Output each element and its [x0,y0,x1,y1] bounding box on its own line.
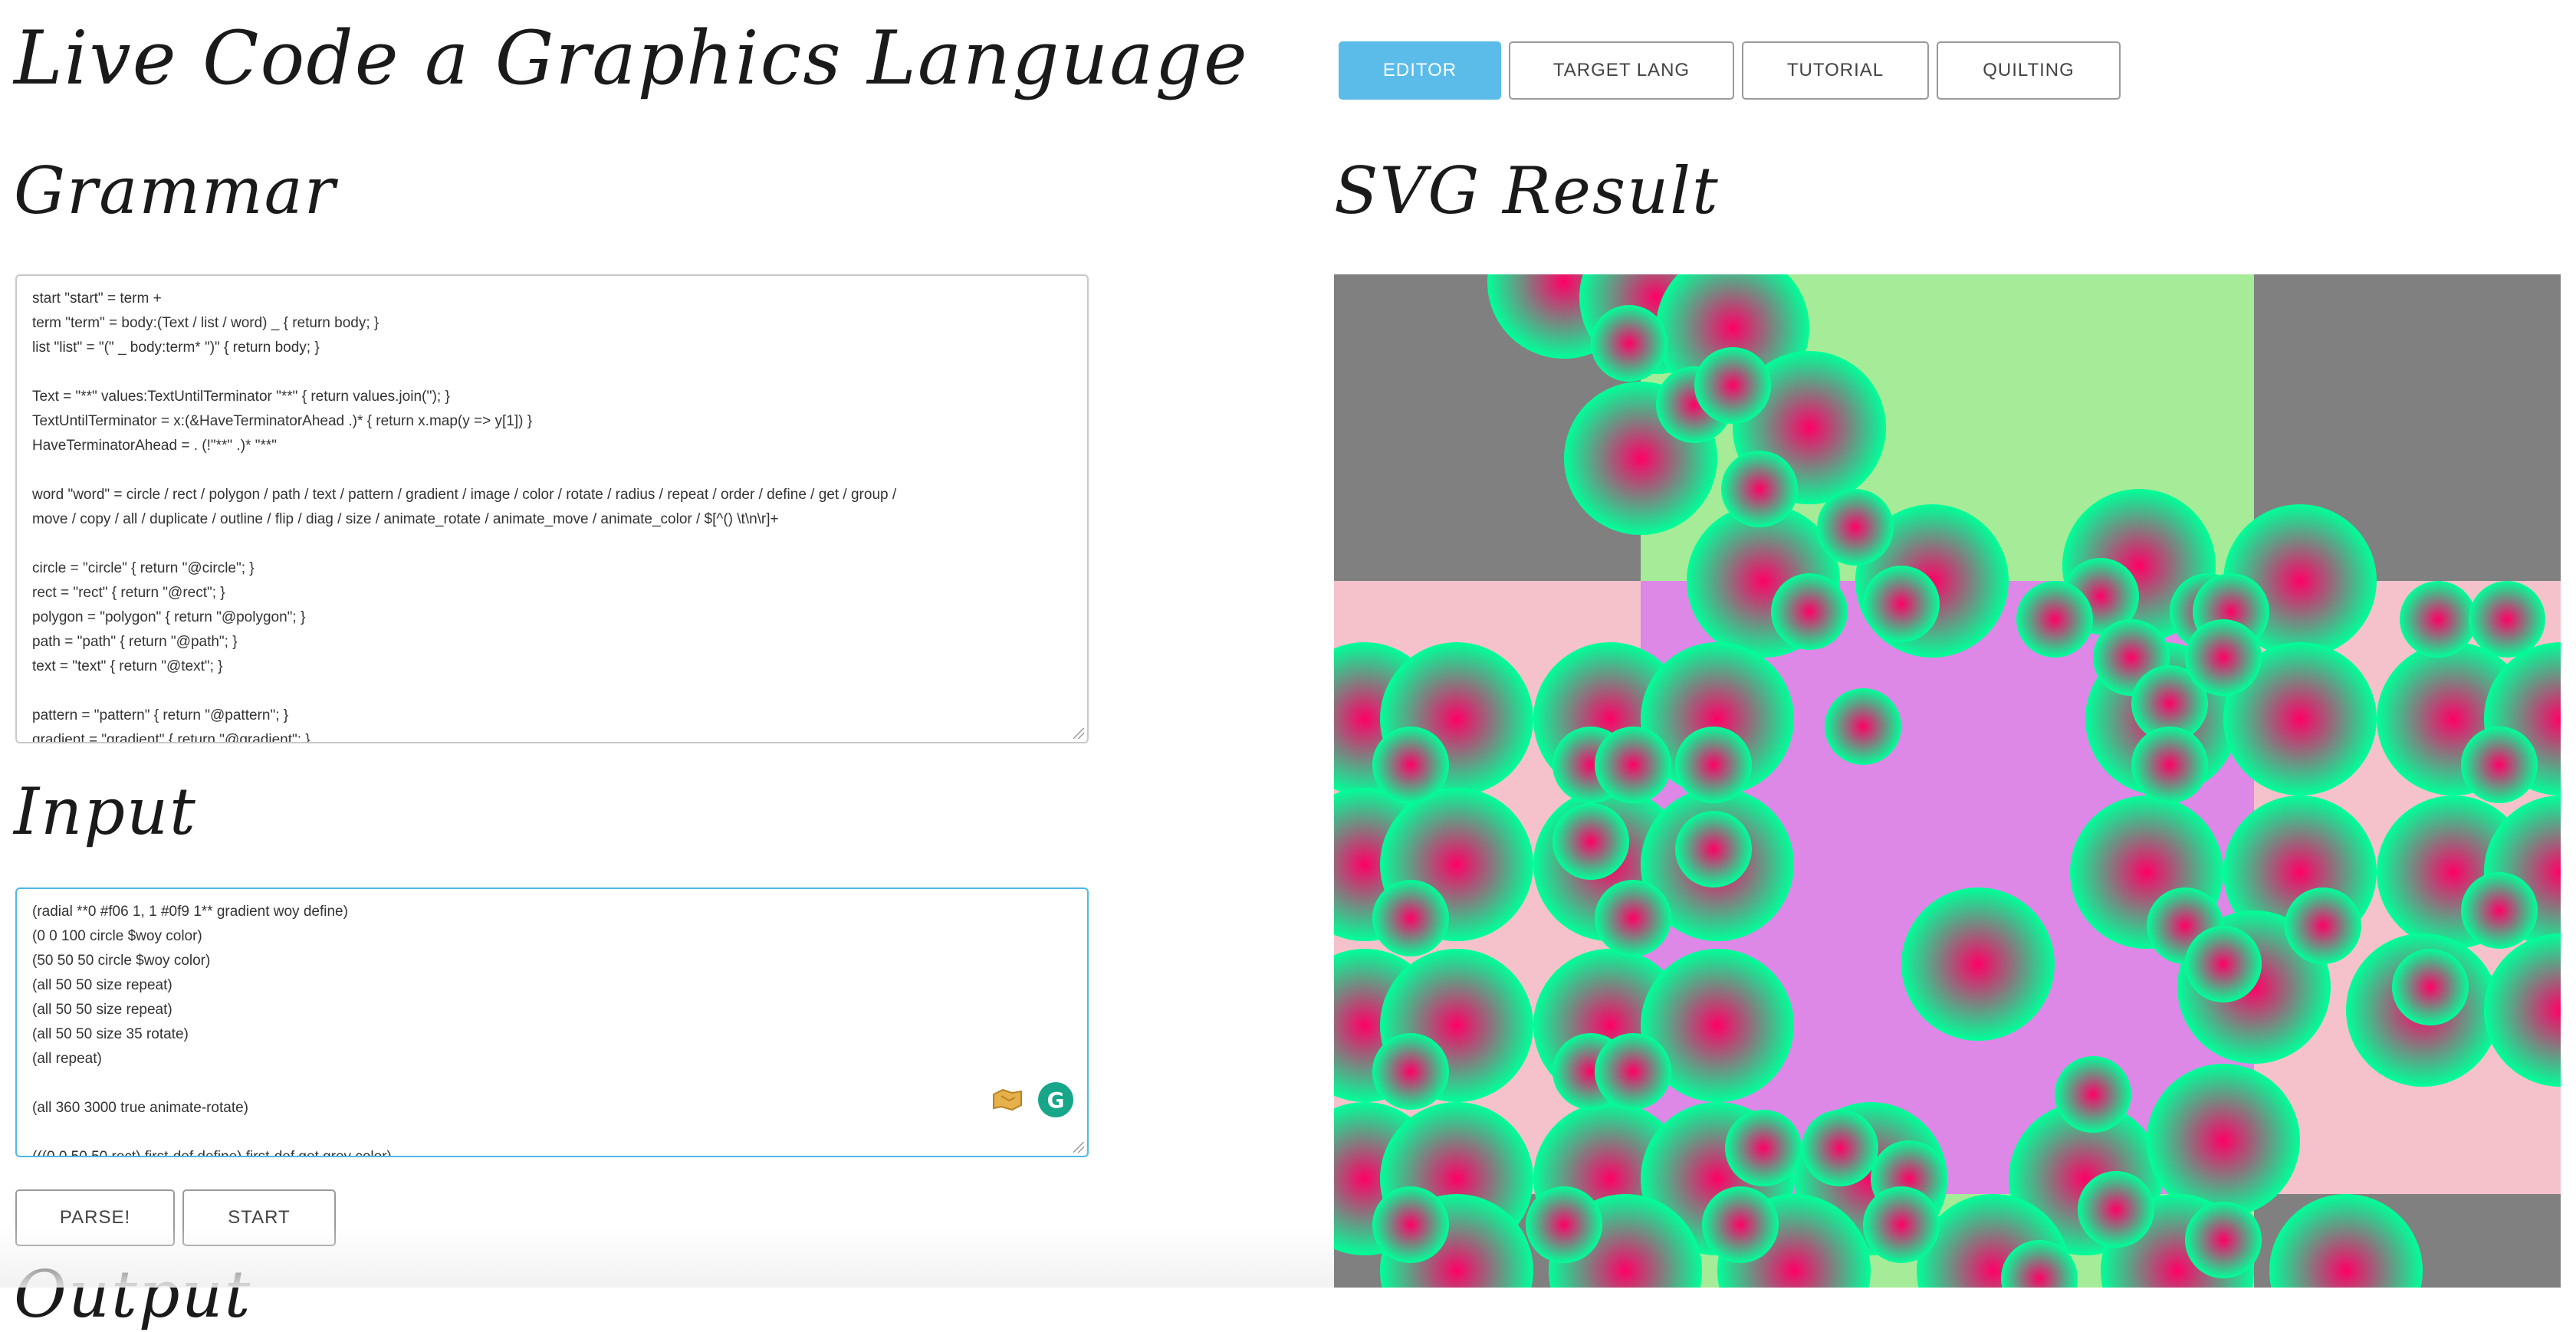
grammar-line [32,360,1072,385]
gradient-circle-small [1702,1186,1779,1263]
resize-grip-icon[interactable] [1073,728,1084,739]
gradient-circle-small [2461,872,2538,949]
gradient-circle-small [2285,887,2361,964]
gradient-circle-small [1526,1186,1602,1263]
grammar-line: move / copy / all / duplicate / outline … [32,511,779,527]
grammarly-icon[interactable]: G [1038,1082,1073,1117]
gradient-circle-small [1372,1033,1449,1110]
gradient-circle-small [1771,573,1848,650]
input-heading: Input [14,774,197,849]
input-line: (all 50 50 size repeat) [32,977,172,993]
gradient-circle-small [1675,811,1752,887]
grammar-heading: Grammar [14,153,337,228]
input-line: (all 50 50 size 35 rotate) [32,1026,189,1042]
gradient-circle-small [1595,880,1671,956]
gradient-circle-small [2469,581,2545,658]
tab-quilting[interactable]: QUILTING [1937,41,2121,100]
gradient-circle-small [1802,1110,1878,1186]
gradient-circle-small [2461,727,2538,803]
gradient-circle-small [2016,581,2093,658]
gradient-circle-small [2400,581,2476,658]
grammar-line: term "term" = body:(Text / list / word) … [32,315,380,331]
gradient-circle-small [1721,451,1798,527]
page-title: Live Code a Graphics Language [14,15,1249,101]
tab-target-lang[interactable]: TARGET LANG [1509,41,1734,100]
gradient-circle-small [1372,1186,1449,1263]
grammar-line: rect = "rect" { return "@rect"; } [32,585,225,601]
grammar-lines: start "start" = term + term "term" = body… [32,287,1072,743]
grammar-line: text = "text" { return "@text"; } [32,658,223,674]
plugin-icon[interactable] [991,1084,1024,1114]
gradient-circle-small [1825,688,1901,765]
tab-editor[interactable]: EDITOR [1339,41,1501,100]
grammar-line: path = "path" { return "@path"; } [32,634,238,650]
gradient-circle-small [1675,727,1752,803]
svg-result-canvas [1334,274,2561,1288]
grammar-line [32,679,1072,704]
grammar-line: HaveTerminatorAhead = . (!"**" .)* "**" [32,438,277,454]
gradient-circle-small [1595,727,1671,803]
gradient-circle-small [1591,305,1668,382]
input-line: (all 50 50 size repeat) [32,1002,172,1018]
input-line: (all repeat) [32,1051,102,1067]
grammar-line [32,532,1072,556]
gradient-circle-small [1372,880,1449,956]
gradient-circle-small [1817,489,1894,566]
resize-grip-icon[interactable] [1073,1142,1084,1153]
input-line [32,1120,1072,1145]
grammar-line: circle = "circle" { return "@circle"; } [32,560,255,576]
gradient-circle-small [2185,926,2262,1002]
grammar-line: polygon = "polygon" { return "@polygon";… [32,609,306,625]
gradient-circle [1901,887,2055,1041]
gradient-circle-small [2055,1056,2131,1133]
grammar-line: gradient = "gradient" { return "@gradien… [32,732,310,743]
gradient-circle-small [1372,727,1449,803]
input-line [32,1071,1072,1096]
grammar-textarea[interactable]: start "start" = term + term "term" = body… [15,274,1089,743]
input-line: (50 50 50 circle $woy color) [32,953,211,969]
gradient-circle-small [1595,1033,1671,1110]
grammar-line: TextUntilTerminator = x:(&HaveTerminator… [32,413,533,429]
gradient-circle-small [1725,1110,1802,1186]
input-line: (all 360 3000 true animate-rotate) [32,1100,248,1116]
gradient-circle [2147,1064,2300,1217]
gradient-circle-small [1694,347,1771,424]
grammar-line [32,458,1072,483]
gradient-circle-small [1552,803,1629,880]
gradient-circle-small [2392,949,2469,1025]
input-line: (radial **0 #f06 1, 1 #0f9 1** gradient … [32,904,348,920]
bottom-fade [0,1226,1334,1288]
gradient-circle-small [2131,727,2208,803]
gradient-circle-small [2185,1202,2262,1278]
svg-result-heading: SVG Result [1334,153,1720,228]
gradient-circle-small [1863,1186,1940,1263]
grammar-line: start "start" = term + [32,290,162,307]
input-line: (((0 0 50 50 rect) first-def define) fir… [32,1149,392,1157]
tab-tutorial[interactable]: TUTORIAL [1742,41,1929,100]
input-textarea[interactable]: (radial **0 #f06 1, 1 #0f9 1** gradient … [15,887,1089,1157]
gradient-circle-small [2185,619,2262,696]
grammar-line: pattern = "pattern" { return "@pattern";… [32,707,289,723]
svg-result-graphic [1334,274,2561,1288]
gradient-circle-small [2078,1171,2154,1248]
input-lines: (radial **0 #f06 1, 1 #0f9 1** gradient … [32,900,1072,1157]
input-line: (0 0 100 circle $woy color) [32,928,202,944]
grammar-line: word "word" = circle / rect / polygon / … [32,487,897,503]
grammar-line: list "list" = "(" _ body:term* ")" { ret… [32,340,320,356]
grammar-line: Text = "**" values:TextUntilTerminator "… [32,389,450,405]
gradient-circle-small [1863,566,1940,642]
